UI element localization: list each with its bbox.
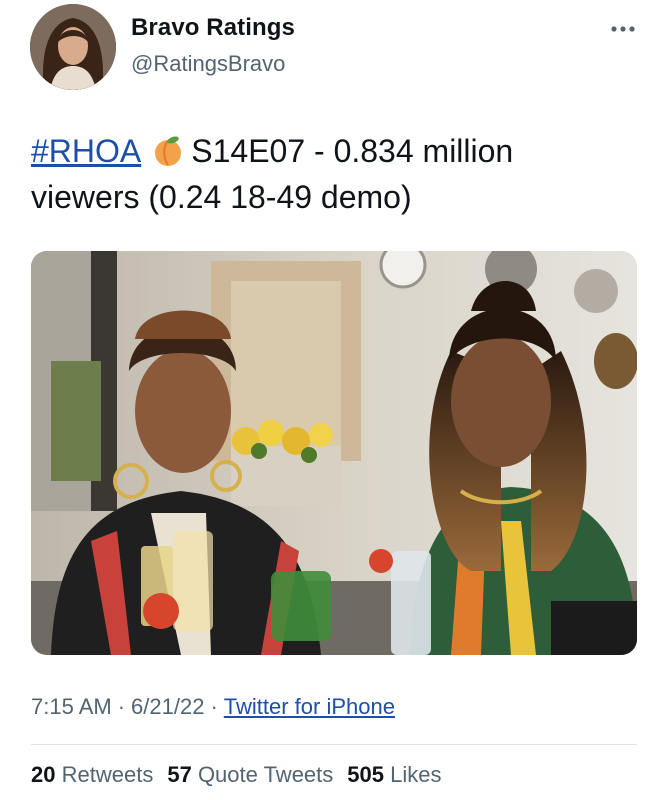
quote-tweets-stat[interactable]: 57 Quote Tweets	[167, 762, 333, 787]
tweet-card: Bravo Ratings @RatingsBravo #RHOA S14E07…	[0, 0, 667, 800]
likes-count: 505	[347, 762, 384, 787]
divider	[31, 744, 637, 745]
user-handle[interactable]: @RatingsBravo	[131, 51, 285, 77]
tweet-media-image[interactable]	[31, 251, 637, 655]
tweet-time[interactable]: 7:15 AM	[31, 694, 112, 719]
retweets-count: 20	[31, 762, 56, 787]
meta-separator: ·	[117, 694, 126, 719]
tweet-text-line2: viewers (0.24 18-49 demo)	[31, 179, 412, 215]
retweets-label: Retweets	[61, 762, 154, 787]
more-options-icon[interactable]	[608, 20, 638, 44]
tweet-meta: 7:15 AM · 6/21/22 · Twitter for iPhone	[31, 694, 395, 720]
avatar[interactable]	[30, 4, 116, 90]
tweet-text: #RHOA S14E07 - 0.834 million viewers (0.…	[31, 128, 631, 220]
retweets-stat[interactable]: 20 Retweets	[31, 762, 153, 787]
display-name[interactable]: Bravo Ratings	[131, 14, 295, 42]
likes-label: Likes	[390, 762, 442, 787]
likes-stat[interactable]: 505 Likes	[347, 762, 441, 787]
tweet-text-line1: S14E07 - 0.834 million	[191, 133, 514, 169]
tweet-stats: 20 Retweets 57 Quote Tweets 505 Likes	[31, 762, 455, 788]
tweet-date[interactable]: 6/21/22	[131, 694, 204, 719]
hashtag-link[interactable]: #RHOA	[31, 133, 141, 169]
quote-tweets-count: 57	[167, 762, 192, 787]
quote-tweets-label: Quote Tweets	[197, 762, 334, 787]
meta-separator: ·	[210, 694, 218, 719]
tweet-source-link[interactable]: Twitter for iPhone	[224, 694, 395, 719]
peach-icon	[151, 134, 185, 168]
